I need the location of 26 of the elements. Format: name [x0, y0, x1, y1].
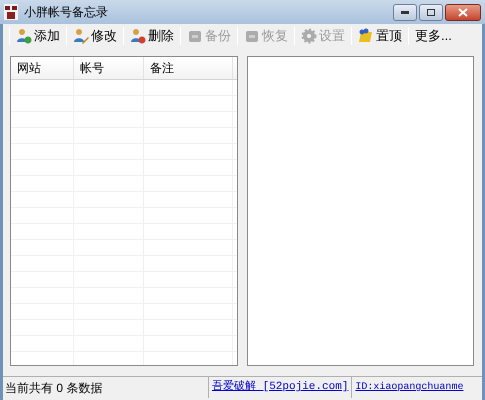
pin-icon	[358, 28, 374, 44]
toolbar-button[interactable]: 更多...	[412, 25, 455, 47]
minimize-icon	[401, 10, 409, 14]
toolbar-button[interactable]: 置顶	[355, 25, 405, 47]
window-title: 小胖帐号备忘录	[24, 4, 108, 21]
column-header[interactable]: 网站	[11, 57, 74, 79]
close-icon	[458, 8, 468, 16]
link[interactable]: ID:xiaopangchuanme	[351, 377, 466, 398]
minimize-button[interactable]	[393, 4, 417, 20]
column-header[interactable]: 帐号	[74, 57, 144, 79]
box-icon	[244, 28, 260, 44]
settings-icon	[301, 28, 317, 44]
user-delete-icon	[130, 28, 146, 44]
user-edit-icon	[73, 28, 89, 44]
user-add-icon	[16, 28, 32, 44]
maximize-icon	[427, 8, 435, 16]
link[interactable]: 吾爱破解 [52pojie.com]	[208, 377, 352, 398]
toolbar-button[interactable]: 修改	[70, 25, 120, 47]
maximize-button[interactable]	[419, 4, 443, 20]
box-icon	[187, 28, 203, 44]
column-header[interactable]: 备注	[144, 57, 233, 79]
close-button[interactable]	[445, 4, 481, 20]
toolbar-button[interactable]: 添加	[13, 25, 63, 47]
record-count: 当前共有 0 条数据	[4, 380, 104, 396]
toolbar-button[interactable]: 删除	[127, 25, 177, 47]
app-icon	[4, 4, 18, 20]
